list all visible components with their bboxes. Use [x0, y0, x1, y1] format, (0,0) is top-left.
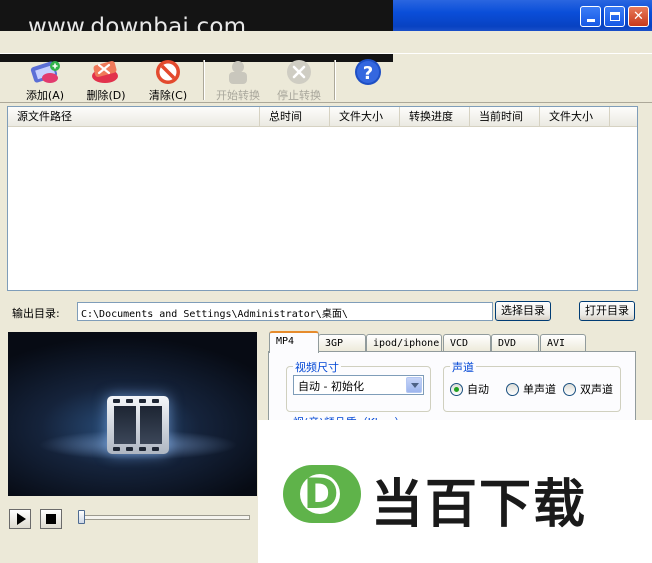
- minimize-icon: [586, 18, 595, 22]
- radio-stereo-label: 双声道: [580, 383, 613, 396]
- output-dir-input[interactable]: C:\Documents and Settings\Administrator\…: [77, 302, 493, 321]
- radio-auto[interactable]: 自动: [450, 382, 489, 396]
- column-file-size[interactable]: 文件大小: [330, 107, 400, 127]
- stop-convert-button[interactable]: 停止转换: [269, 58, 329, 103]
- delete-file-icon: [89, 58, 123, 86]
- svg-text:?: ?: [363, 63, 373, 84]
- add-button[interactable]: 添加(A): [15, 58, 75, 103]
- radio-stereo[interactable]: 双声道: [563, 382, 613, 396]
- brand-overlay: D 当百下载: [258, 420, 652, 563]
- tab-avi[interactable]: AVI: [540, 334, 586, 352]
- radio-indicator: [506, 382, 519, 396]
- tab-mp4[interactable]: MP4: [269, 331, 319, 353]
- column-filler: [610, 107, 637, 127]
- radio-mono-label: 单声道: [523, 383, 556, 396]
- radio-auto-label: 自动: [467, 383, 489, 396]
- radio-indicator: [450, 382, 463, 396]
- brand-logo-icon: D: [283, 465, 361, 523]
- close-button[interactable]: ✕: [628, 6, 649, 27]
- minimize-button[interactable]: [580, 6, 601, 27]
- video-size-select[interactable]: 自动 - 初始化: [293, 375, 424, 395]
- stop-button[interactable]: [40, 509, 62, 529]
- playback-slider-thumb[interactable]: [78, 510, 85, 524]
- column-output-size[interactable]: 文件大小: [540, 107, 610, 127]
- stop-icon: [46, 514, 56, 524]
- tab-vcd[interactable]: VCD: [443, 334, 491, 352]
- playback-slider[interactable]: [78, 515, 250, 520]
- video-size-value: 自动 - 初始化: [298, 380, 364, 393]
- help-button[interactable]: ?: [338, 58, 398, 87]
- choose-dir-button[interactable]: 选择目录: [495, 301, 551, 321]
- radio-indicator: [563, 382, 576, 396]
- tab-dvd[interactable]: DVD: [491, 334, 539, 352]
- video-preview: [8, 332, 257, 496]
- clear-button[interactable]: 清除(C): [138, 58, 198, 103]
- column-progress[interactable]: 转换进度: [400, 107, 470, 127]
- start-convert-button[interactable]: 开始转换: [208, 58, 268, 103]
- add-button-label: 添加(A): [25, 89, 65, 102]
- file-list[interactable]: 源文件路径 总时间 文件大小 转换进度 当前时间 文件大小: [7, 106, 638, 291]
- chevron-down-icon[interactable]: [406, 377, 422, 393]
- column-total-time[interactable]: 总时间: [260, 107, 330, 127]
- toolbar-separator: [334, 60, 336, 100]
- film-icon: [107, 396, 169, 454]
- delete-button-label: 删除(D): [86, 89, 126, 102]
- brand-name: 当百下载: [371, 475, 588, 535]
- start-convert-label: 开始转换: [216, 89, 260, 102]
- radio-mono[interactable]: 单声道: [506, 382, 556, 396]
- column-current-time[interactable]: 当前时间: [470, 107, 540, 127]
- toolbar: 添加(A) 删除(D) 清除(C) 开始转换 停止转换 ?: [0, 53, 652, 103]
- delete-button[interactable]: 删除(D): [76, 58, 136, 103]
- video-size-title: 视频尺寸: [293, 359, 341, 375]
- clear-button-label: 清除(C): [148, 89, 188, 102]
- brand-logo-letter: D: [303, 469, 339, 518]
- toolbar-separator: [203, 60, 205, 100]
- menu-bar: [0, 31, 652, 53]
- stop-convert-icon: [282, 58, 316, 86]
- stop-convert-label: 停止转换: [277, 89, 321, 102]
- close-icon: ✕: [633, 9, 644, 24]
- audio-channel-title: 声道: [450, 359, 476, 375]
- clear-icon: [151, 58, 185, 86]
- output-dir-label: 输出目录:: [12, 307, 60, 320]
- column-source-path[interactable]: 源文件路径: [8, 107, 260, 127]
- file-list-header: 源文件路径 总时间 文件大小 转换进度 当前时间 文件大小: [8, 107, 637, 127]
- add-file-icon: [28, 58, 62, 86]
- open-dir-button[interactable]: 打开目录: [579, 301, 635, 321]
- play-button[interactable]: [9, 509, 31, 529]
- start-convert-icon: [221, 58, 255, 86]
- play-icon: [16, 513, 26, 525]
- tab-ipod-iphone[interactable]: ipod/iphone: [366, 334, 442, 352]
- help-icon: ?: [351, 58, 385, 86]
- tab-3gp[interactable]: 3GP: [318, 334, 366, 352]
- maximize-button[interactable]: [604, 6, 625, 27]
- maximize-icon: [609, 12, 620, 21]
